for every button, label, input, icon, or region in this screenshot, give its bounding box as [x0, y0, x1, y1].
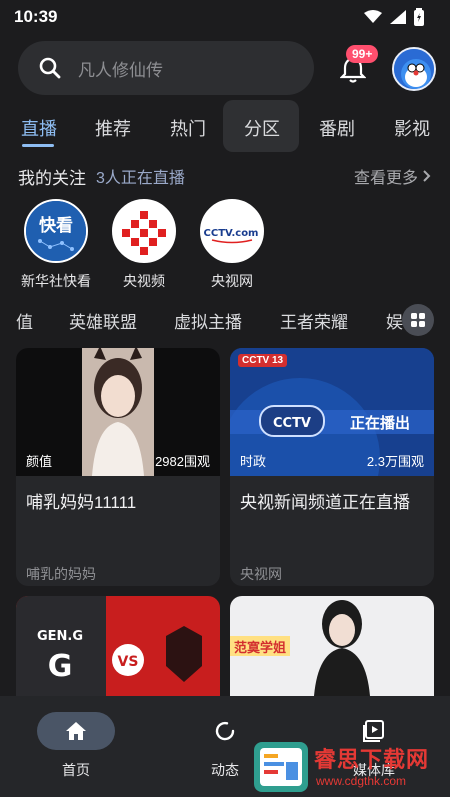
card-category-tag: 颜值	[26, 454, 53, 469]
thumb-live-text: 正在播出	[350, 414, 410, 432]
top-tabs: 直播 推荐 热门 分区 番剧 影视	[0, 100, 450, 152]
category-item[interactable]: 娱	[386, 308, 403, 333]
grid-icon	[411, 313, 425, 327]
card-title: 央视新闻频道正在直播	[240, 493, 410, 512]
signal-icon	[390, 10, 406, 24]
view-more-link[interactable]: 查看更多	[354, 164, 432, 188]
cctv-com-logo-icon: CCTV.com	[202, 201, 262, 261]
channel-logo	[112, 199, 176, 263]
live-card[interactable]: 范寞学姐	[230, 596, 434, 696]
channel-cctv-com[interactable]: CCTV.com 央视网	[188, 199, 276, 291]
avatar[interactable]	[392, 47, 436, 91]
category-item[interactable]: 虚拟主播	[174, 308, 242, 333]
live-card[interactable]: CCTV 正在播出 CCTV 13 时政 2.3万围观 央视新闻频道正在直播 央…	[230, 348, 434, 586]
avatar-image	[394, 49, 434, 89]
dynamic-icon	[215, 721, 235, 741]
esports-thumbnail: GEN.G G VS	[16, 596, 220, 696]
tab-active-underline	[22, 144, 54, 147]
svg-text:CCTV: CCTV	[273, 416, 311, 431]
card-thumbnail: CCTV 正在播出 CCTV 13 时政 2.3万围观	[230, 348, 434, 476]
tab-recommend[interactable]: 推荐	[95, 115, 131, 141]
card-anchor-name: 央视网	[240, 566, 282, 582]
category-item[interactable]: 英雄联盟	[69, 308, 137, 333]
channel-name: 新华社快看	[21, 273, 91, 289]
card-title: 哺乳妈妈11111	[26, 493, 137, 512]
xinhua-logo-text: 快看	[39, 215, 73, 236]
battery-icon	[414, 8, 424, 26]
tab-bangumi[interactable]: 番剧	[319, 115, 355, 141]
cctv13-logo: CCTV 13	[238, 354, 288, 367]
notification-badge: 99+	[346, 45, 379, 63]
following-header: 我的关注 3人正在直播 查看更多	[18, 164, 432, 188]
status-time: 10:39	[14, 7, 58, 26]
tab-zones[interactable]: 分区	[244, 115, 280, 141]
following-live-count: 3人正在直播	[96, 170, 185, 187]
following-title: 我的关注	[18, 168, 86, 188]
card-category-tag: 时政	[240, 454, 267, 469]
category-grid-button[interactable]	[402, 304, 434, 336]
wifi-icon	[364, 10, 382, 23]
svg-text:VS: VS	[118, 654, 139, 670]
followed-channels: 快看 新华社快看 央视频 CCTV.com 央视网	[0, 199, 450, 293]
nav-home-pill	[37, 712, 115, 750]
view-more-label: 查看更多	[353, 170, 418, 187]
status-bar: 10:39	[0, 0, 450, 34]
yangshipin-logo-icon	[122, 211, 166, 255]
card-view-count: 2.3万围观	[366, 454, 424, 469]
card-view-count: 2982围观	[155, 454, 210, 469]
thumb-caption: 范寞学姐	[234, 640, 286, 656]
category-item[interactable]: 值	[16, 308, 33, 333]
tab-movies[interactable]: 影视	[394, 115, 430, 141]
xinhua-logo-icon: 快看	[26, 201, 86, 261]
channel-logo: 快看	[24, 199, 88, 263]
channel-xinhua[interactable]: 快看 新华社快看	[12, 199, 100, 291]
live-card[interactable]: 颜值 2982围观 哺乳妈妈11111 哺乳的妈妈	[16, 348, 220, 586]
watermark-url: www.cdgthk.com	[316, 774, 407, 788]
category-row: 值 英雄联盟 虚拟主播 王者荣耀 娱	[0, 302, 450, 338]
channel-name: 央视网	[211, 273, 253, 289]
channel-cctv-video[interactable]: 央视频	[100, 199, 188, 291]
tab-hot[interactable]: 热门	[170, 115, 206, 141]
channel-logo: CCTV.com	[200, 199, 264, 263]
nav-label: 首页	[62, 762, 90, 778]
card-thumbnail: 颜值 2982围观	[16, 348, 220, 476]
tab-live[interactable]: 直播	[21, 115, 57, 141]
svg-text:G: G	[48, 649, 73, 684]
search-bar[interactable]: 凡人修仙传	[18, 41, 314, 95]
search-row: 凡人修仙传 99+	[18, 41, 436, 95]
live-card[interactable]: GEN.G G VS	[16, 596, 220, 696]
card-anchor-name: 哺乳的妈妈	[26, 566, 96, 582]
watermark-logo-icon	[254, 742, 308, 792]
search-icon	[39, 57, 61, 79]
chevron-right-icon	[423, 170, 431, 182]
nav-home[interactable]: 首页	[26, 712, 126, 780]
home-icon	[66, 722, 86, 740]
status-icons	[364, 8, 424, 26]
watermark: 睿思下载网 www.cdgthk.com	[252, 736, 450, 797]
watermark-text: 睿思下载网	[314, 747, 430, 772]
cctv-com-logo-text: CCTV.com	[204, 228, 259, 239]
search-placeholder: 凡人修仙传	[78, 60, 163, 80]
streamer-thumbnail: 范寞学姐	[230, 596, 434, 696]
category-item[interactable]: 王者荣耀	[280, 308, 348, 333]
gen-g-text: GEN.G	[37, 629, 83, 644]
channel-name: 央视频	[123, 273, 165, 289]
